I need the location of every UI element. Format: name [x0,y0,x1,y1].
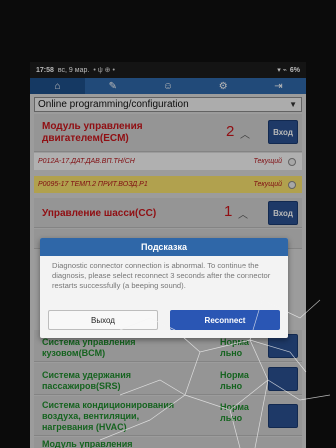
reconnect-button[interactable]: Reconnect [170,310,280,330]
dialog-message: Diagnostic connector connection is abnor… [52,261,271,290]
tablet-screen: 17:58 вс, 9 мар. • ψ ⊕ • ▾ ⌁ 6% ⌂ ✎ ☺ ⚙ … [30,62,306,448]
dialog-title: Подсказка [40,238,288,256]
exit-button[interactable]: Выход [48,310,158,330]
reconnect-dialog: Подсказка Diagnostic connector connectio… [40,238,288,338]
